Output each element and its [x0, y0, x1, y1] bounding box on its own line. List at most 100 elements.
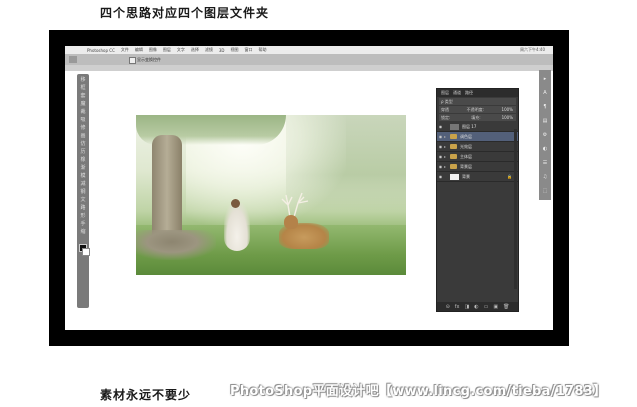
new-layer-icon[interactable]: ▣	[493, 304, 498, 310]
healing-tool[interactable]: 修	[79, 126, 87, 131]
chevron-right-icon[interactable]: ▸	[444, 144, 448, 149]
crop-tool[interactable]: 裁	[79, 110, 87, 115]
dock-paragraph-icon[interactable]: ¶	[541, 104, 549, 110]
fx-icon[interactable]: fx	[455, 304, 460, 310]
menu-item-edit[interactable]: 编辑	[135, 47, 143, 53]
tab-paths[interactable]: 路径	[465, 90, 473, 96]
fill-label: 填充:	[471, 114, 481, 120]
canvas-artwork[interactable]	[136, 115, 406, 275]
opacity-value[interactable]: 100%	[502, 107, 513, 112]
move-tool[interactable]: 移	[79, 78, 87, 83]
menu-item-layer[interactable]: 图层	[163, 47, 171, 53]
menu-item-filter[interactable]: 滤镜	[205, 47, 213, 53]
hand-tool[interactable]: 手	[79, 222, 87, 227]
chevron-right-icon[interactable]: ▸	[444, 154, 448, 159]
menu-item-type[interactable]: 文字	[177, 47, 185, 53]
layer-group-row[interactable]: ◉ ▸ 背景层	[437, 162, 518, 172]
blur-tool[interactable]: 模	[79, 174, 87, 179]
dodge-tool[interactable]: 减	[79, 182, 87, 187]
layer-row[interactable]: ◉ 图层 17	[437, 122, 518, 132]
history-brush-tool[interactable]: 历	[79, 150, 87, 155]
menu-item-image[interactable]: 图像	[149, 47, 157, 53]
adjustment-icon[interactable]: ◐	[474, 304, 478, 310]
layer-name: 背景	[462, 173, 470, 179]
brush-tool[interactable]: 画	[79, 134, 87, 139]
menu-item-3d[interactable]: 3D	[219, 48, 225, 53]
eye-icon[interactable]: ◉	[437, 174, 444, 179]
blend-mode-select[interactable]: 穿透	[441, 107, 449, 113]
trash-icon[interactable]: 🗑	[503, 304, 509, 310]
eye-icon[interactable]: ◉	[437, 144, 444, 149]
blend-mode-row: 穿透 不透明度: 100%	[439, 106, 516, 113]
layers-panel: 图层 通道 路径 ρ 类型 穿透 不透明度: 100% 锁定: 填充: 100%…	[436, 88, 519, 312]
deer-head	[284, 215, 298, 229]
tab-channels[interactable]: 通道	[453, 90, 461, 96]
folder-icon	[450, 154, 457, 159]
type-tool[interactable]: 文	[79, 198, 87, 203]
photoshop-window: Photoshop CC 文件 编辑 图像 图层 文字 选择 滤镜 3D 视图 …	[65, 46, 553, 330]
app-name[interactable]: Photoshop CC	[87, 48, 115, 53]
mask-icon[interactable]: ◨	[465, 304, 470, 310]
folder-icon	[450, 134, 457, 139]
folder-icon	[450, 144, 457, 149]
folder-icon	[450, 164, 457, 169]
layer-thumbnail	[450, 123, 459, 130]
path-select-tool[interactable]: 路	[79, 206, 87, 211]
layer-name: 图层 17	[462, 123, 477, 129]
dock-character-icon[interactable]: A	[541, 90, 549, 96]
eyedropper-tool[interactable]: 吸	[79, 118, 87, 123]
menu-item-help[interactable]: 帮助	[259, 47, 267, 53]
eye-icon[interactable]: ◉	[437, 154, 444, 159]
chevron-right-icon[interactable]: ▸	[444, 164, 448, 169]
gradient-tool[interactable]: 渐	[79, 166, 87, 171]
lock-row: 锁定: 填充: 100%	[439, 114, 516, 121]
tree-trunk	[152, 135, 182, 245]
pen-tool[interactable]: 钢	[79, 190, 87, 195]
layers-panel-tabs: 图层 通道 路径	[437, 89, 518, 97]
dock-play-icon[interactable]: ▸	[541, 76, 549, 82]
eye-icon[interactable]: ◉	[437, 164, 444, 169]
show-transform-label: 显示变换控件	[137, 57, 161, 62]
dock-audio-icon[interactable]: ♫	[541, 174, 549, 180]
clone-stamp-tool[interactable]: 仿	[79, 142, 87, 147]
chevron-right-icon[interactable]: ▸	[444, 134, 448, 139]
layer-group-row[interactable]: ◉ ▸ 光效层	[437, 142, 518, 152]
layers-scrollbar[interactable]	[514, 129, 517, 289]
magic-wand-tool[interactable]: 魔	[79, 102, 87, 107]
dock-frame-icon[interactable]: ⬚	[541, 188, 549, 194]
menu-item-view[interactable]: 视图	[231, 47, 239, 53]
shape-tool[interactable]: 形	[79, 214, 87, 219]
zoom-tool[interactable]: 缩	[79, 230, 87, 235]
opacity-label: 不透明度:	[466, 106, 484, 112]
eye-icon[interactable]: ◉	[437, 124, 444, 129]
new-group-icon[interactable]: ▭	[484, 304, 489, 310]
background-color-swatch[interactable]	[82, 248, 90, 256]
document-tab-bar[interactable]	[65, 65, 553, 71]
eraser-tool[interactable]: 橡	[79, 158, 87, 163]
layer-group-row[interactable]: ◉ ▸ 主体层	[437, 152, 518, 162]
tree-roots	[136, 230, 216, 260]
layer-name: 主体层	[460, 153, 472, 159]
move-tool-icon[interactable]	[69, 56, 77, 63]
dock-adjust-icon[interactable]: ◐	[541, 146, 549, 152]
show-transform-checkbox[interactable]	[129, 57, 136, 64]
dock-settings-icon[interactable]: ⚙	[541, 132, 549, 138]
dock-properties-icon[interactable]: ☰	[541, 160, 549, 166]
girl-figure	[224, 203, 250, 251]
eye-icon[interactable]: ◉	[437, 134, 444, 139]
tab-layers[interactable]: 图层	[441, 90, 449, 96]
layer-name: 调色层	[460, 133, 472, 139]
layer-row[interactable]: ◉ 背景 🔒	[437, 172, 518, 182]
link-layers-icon[interactable]: ⊝	[446, 304, 450, 310]
menu-item-select[interactable]: 选择	[191, 47, 199, 53]
fill-value[interactable]: 100%	[502, 115, 513, 120]
lasso-tool[interactable]: 套	[79, 94, 87, 99]
dock-layers-icon[interactable]: ▤	[541, 118, 549, 124]
layer-filter-row[interactable]: ρ 类型	[439, 98, 516, 105]
layer-group-row[interactable]: ◉ ▸ 调色层	[437, 132, 518, 142]
marquee-tool[interactable]: 框	[79, 86, 87, 91]
menu-item-file[interactable]: 文件	[121, 47, 129, 53]
menu-item-window[interactable]: 窗口	[245, 47, 253, 53]
bottom-caption: 素材永远不要少	[100, 388, 192, 402]
layer-filter-label: ρ 类型	[441, 98, 453, 104]
